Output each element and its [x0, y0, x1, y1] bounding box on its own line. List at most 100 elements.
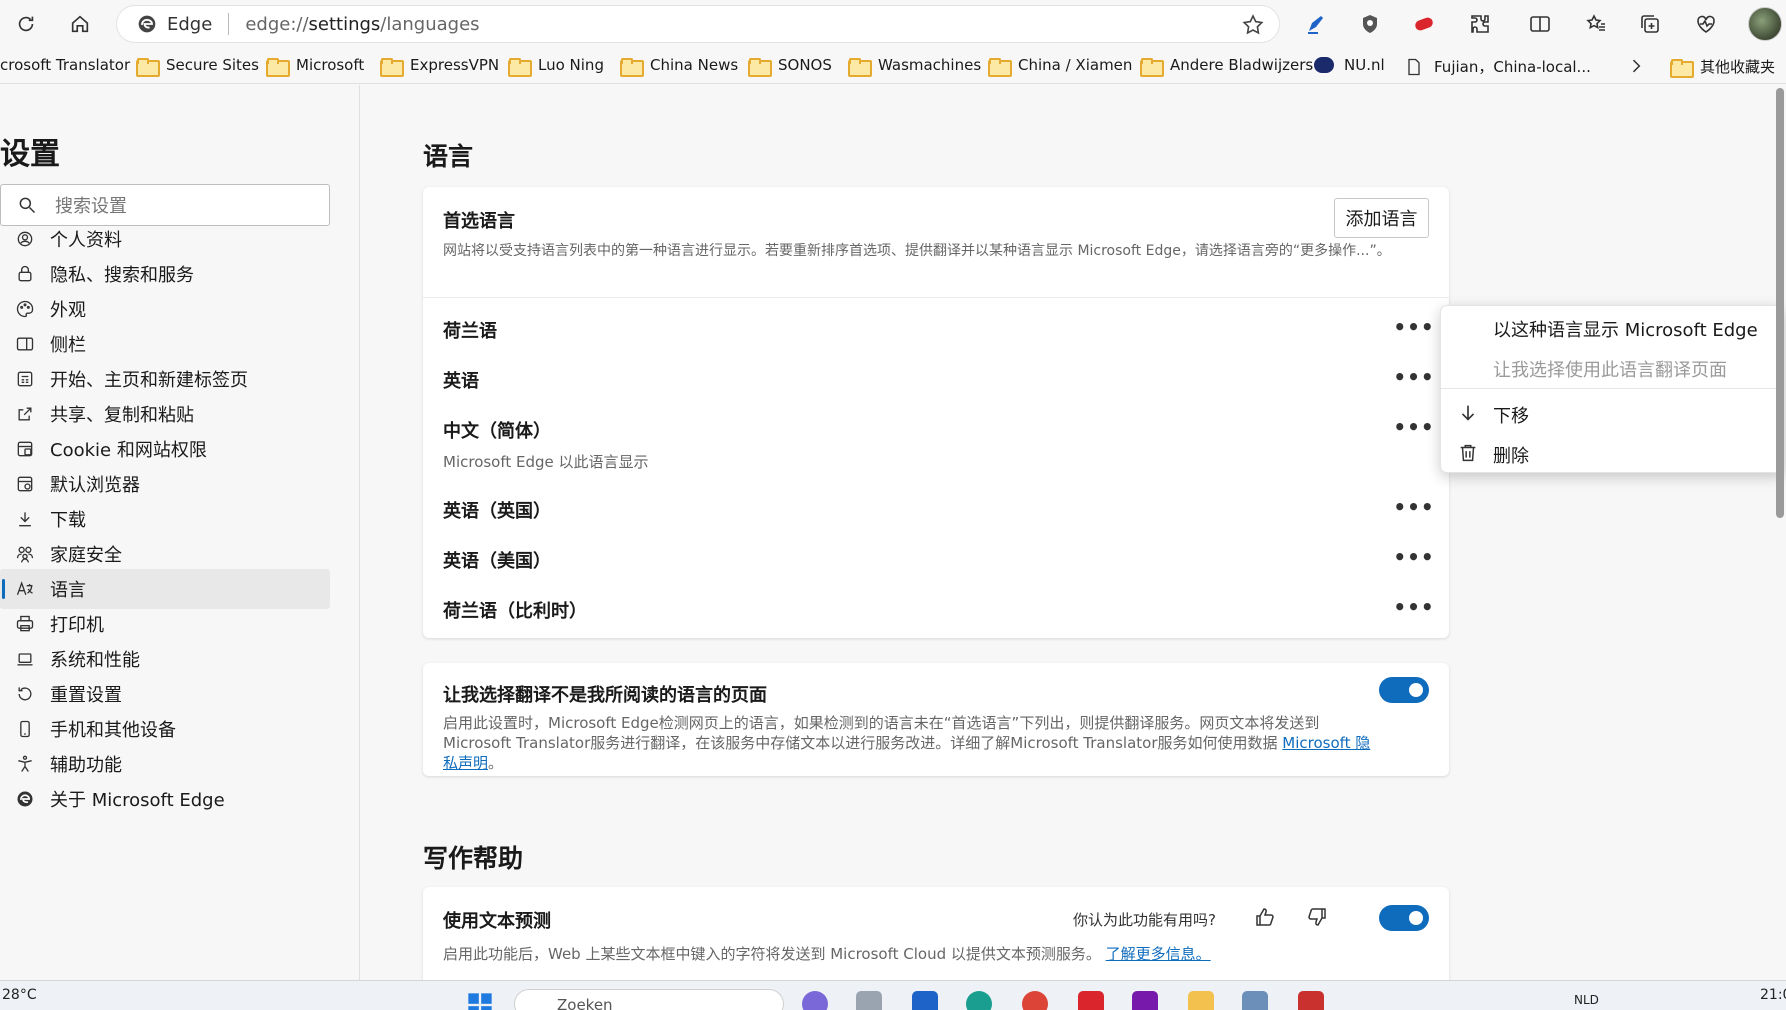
- sidebar-item-label: 家庭安全: [50, 545, 122, 566]
- sidebar-item-label: 默认浏览器: [50, 475, 140, 496]
- favorites-button[interactable]: [1576, 4, 1616, 44]
- network-app-icon[interactable]: [1242, 991, 1268, 1010]
- sidebar-item-label: Cookie 和网站权限: [50, 440, 207, 461]
- edge-taskbar-icon[interactable]: [966, 991, 992, 1010]
- collections-button[interactable]: [1630, 4, 1670, 44]
- extension-red-button[interactable]: [1404, 4, 1444, 44]
- sidebar-item-cookies[interactable]: Cookie 和网站权限: [0, 429, 330, 469]
- sidebar-item-downloads[interactable]: 下载: [0, 499, 330, 539]
- browser-essentials-button[interactable]: [1686, 4, 1726, 44]
- extension-pen-button[interactable]: [1296, 4, 1336, 44]
- sidebar-item-printers[interactable]: 打印机: [0, 604, 330, 644]
- expressvpn-app-icon[interactable]: [1078, 991, 1104, 1010]
- sidebar-item-privacy[interactable]: 隐私、搜索和服务: [0, 254, 330, 294]
- text-prediction-toggle[interactable]: [1379, 905, 1429, 931]
- sidebar-item-profile[interactable]: 个人资料: [0, 219, 330, 259]
- sidebar-item-label: 关于 Microsoft Edge: [50, 790, 225, 811]
- more-actions-button[interactable]: •••: [1393, 365, 1433, 389]
- extensions-button[interactable]: [1460, 4, 1500, 44]
- bookmarks-overflow-button[interactable]: [1626, 56, 1646, 76]
- browser-toolbar: Edge edge://settings/languages: [0, 0, 1786, 48]
- sidebar-item-phone[interactable]: 手机和其他设备: [0, 709, 330, 749]
- sidebar-item-sidebar[interactable]: 侧栏: [0, 324, 330, 364]
- menu-item-move-down[interactable]: 下移: [1441, 394, 1783, 432]
- windows-taskbar: 28°C Zoeken NLD 21:0: [0, 980, 1786, 1010]
- bookmark-folder[interactable]: 其他收藏夹: [1670, 56, 1775, 78]
- sidebar-item-share[interactable]: 共享、复制和粘贴: [0, 394, 330, 434]
- file-explorer-icon[interactable]: [1188, 991, 1214, 1010]
- pen-extension-icon: [1308, 16, 1323, 34]
- bookmark-folder[interactable]: ExpressVPN: [380, 56, 499, 77]
- folder-icon: [620, 57, 644, 77]
- learn-more-link[interactable]: 了解更多信息。: [1106, 945, 1211, 963]
- bookmark-folder[interactable]: Wasmachines: [848, 56, 981, 77]
- address-bar[interactable]: Edge edge://settings/languages: [116, 5, 1280, 43]
- page-icon: [1408, 58, 1420, 75]
- thumbs-up-icon[interactable]: [1253, 905, 1277, 929]
- bookmark-folder[interactable]: Microsoft: [266, 56, 364, 77]
- address-separator: [228, 13, 230, 35]
- browser-icon: [14, 473, 36, 495]
- reload-button[interactable]: [6, 4, 46, 44]
- chrome-app-icon[interactable]: [1022, 991, 1048, 1010]
- home-button[interactable]: [60, 4, 100, 44]
- sidebar-item-reset[interactable]: 重置设置: [0, 674, 330, 714]
- language-name: 荷兰语（比利时）: [443, 601, 587, 622]
- more-actions-button[interactable]: •••: [1393, 545, 1433, 569]
- sidebar-item-appearance[interactable]: 外观: [0, 289, 330, 329]
- menu-item-label: 下移: [1493, 406, 1529, 427]
- folder-icon: [508, 57, 532, 77]
- weather-widget[interactable]: 28°C: [2, 987, 37, 1003]
- extension-shield-button[interactable]: [1350, 4, 1390, 44]
- chat-app-icon[interactable]: [802, 991, 828, 1010]
- more-actions-button[interactable]: •••: [1393, 315, 1433, 339]
- bookmark-folder[interactable]: Andere Bladwijzers: [1140, 56, 1313, 77]
- menu-item-display-edge[interactable]: 以这种语言显示 Microsoft Edge: [1441, 308, 1783, 346]
- gear-app-icon[interactable]: [856, 991, 882, 1010]
- bookmark-folder[interactable]: Secure Sites: [136, 56, 259, 77]
- preferred-languages-card: 首选语言 添加语言 网站将以受支持语言列表中的第一种语言进行显示。若要重新排序首…: [423, 187, 1449, 638]
- menu-item-label: 让我选择使用此语言翻译页面: [1493, 360, 1727, 381]
- bookmark-item[interactable]: Fujian，China-local...: [1404, 56, 1591, 77]
- profile-avatar[interactable]: [1748, 7, 1782, 41]
- sidebar-item-system[interactable]: 系统和性能: [0, 639, 330, 679]
- input-language-indicator[interactable]: NLD: [1574, 993, 1599, 1007]
- bookmark-folder[interactable]: Luo Ning: [508, 56, 604, 77]
- sidebar-item-family[interactable]: 家庭安全: [0, 534, 330, 574]
- sidebar-item-accessibility[interactable]: 辅助功能: [0, 744, 330, 784]
- start-icon[interactable]: [466, 991, 494, 1010]
- bookmark-folder[interactable]: SONOS: [748, 56, 832, 77]
- sidebar-item-label: 重置设置: [50, 685, 122, 706]
- laptop-icon: [14, 648, 36, 670]
- sidebar-item-languages[interactable]: 语言: [0, 569, 330, 609]
- split-screen-button[interactable]: [1520, 4, 1560, 44]
- pdf-app-icon[interactable]: [1298, 991, 1324, 1010]
- favorite-star-icon[interactable]: [1241, 13, 1265, 37]
- menu-item-remove[interactable]: 删除: [1441, 434, 1783, 472]
- mail-app-icon[interactable]: [912, 991, 938, 1010]
- onenote-app-icon[interactable]: [1132, 991, 1158, 1010]
- bookmark-item[interactable]: NU.nl: [1314, 56, 1385, 74]
- more-actions-button[interactable]: •••: [1393, 495, 1433, 519]
- taskbar-search-box[interactable]: Zoeken: [514, 989, 784, 1010]
- page-scrollbar[interactable]: [1776, 88, 1784, 518]
- bookmark-folder[interactable]: China / Xiamen: [988, 56, 1132, 77]
- printer-icon: [14, 613, 36, 635]
- bookmark-item[interactable]: crosoft Translator: [0, 56, 130, 74]
- bookmark-folder[interactable]: China News: [620, 56, 738, 77]
- edge-icon: [14, 788, 36, 810]
- sidebar-item-start-home[interactable]: 开始、主页和新建标签页: [0, 359, 330, 399]
- translate-toggle[interactable]: [1379, 677, 1429, 703]
- trash-icon: [1460, 444, 1476, 462]
- taskbar-clock[interactable]: 21:0: [1760, 987, 1786, 1003]
- add-language-button[interactable]: 添加语言: [1334, 198, 1429, 238]
- more-actions-button[interactable]: •••: [1393, 415, 1433, 439]
- accessibility-icon: [14, 753, 36, 775]
- sidebar-item-about[interactable]: 关于 Microsoft Edge: [0, 779, 330, 819]
- chevron-right-icon: [1632, 59, 1641, 73]
- more-actions-button[interactable]: •••: [1393, 595, 1433, 619]
- menu-item-label: 以这种语言显示 Microsoft Edge: [1493, 320, 1758, 341]
- folder-icon: [1670, 59, 1694, 78]
- thumbs-down-icon[interactable]: [1305, 905, 1329, 929]
- sidebar-item-default-browser[interactable]: 默认浏览器: [0, 464, 330, 504]
